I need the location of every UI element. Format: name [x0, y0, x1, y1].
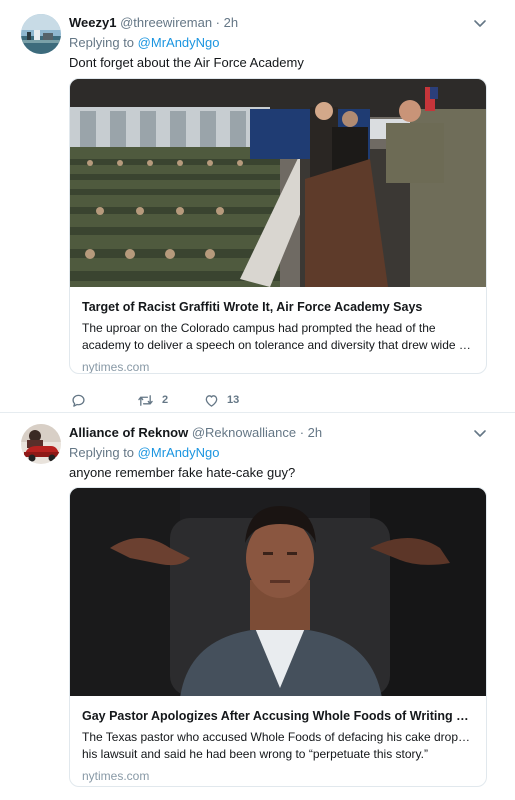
- link-card[interactable]: Target of Racist Graffiti Wrote It, Air …: [69, 78, 487, 374]
- retweet-icon: [138, 394, 153, 406]
- tweet-header: Weezy1 @threewireman · 2h: [69, 15, 238, 31]
- card-body: Gay Pastor Apologizes After Accusing Who…: [82, 708, 474, 783]
- tweet-header: Alliance of Reknow @Reknowalliance · 2h: [69, 425, 322, 441]
- separator: ·: [215, 15, 221, 30]
- replying-to: Replying to @MrAndyNgo: [69, 445, 220, 460]
- card-source: nytimes.com: [82, 769, 150, 783]
- tweet-actions: 2 13: [69, 390, 369, 410]
- tweet-text: anyone remember fake hate-cake guy?: [69, 465, 296, 480]
- handle[interactable]: @Reknowalliance: [192, 425, 296, 440]
- replying-to: Replying to @MrAndyNgo: [69, 35, 220, 50]
- handle[interactable]: @threewireman: [120, 15, 212, 30]
- avatar[interactable]: [21, 424, 61, 464]
- timestamp[interactable]: 2h: [224, 15, 238, 30]
- card-description-line: The Texas pastor who accused Whole Foods…: [82, 730, 474, 744]
- card-description-line: academy to deliver a speech on tolerance…: [82, 338, 474, 352]
- chevron-down-icon[interactable]: [472, 15, 488, 31]
- card-description-line: The uproar on the Colorado campus had pr…: [82, 321, 436, 335]
- tweet[interactable]: Weezy1 @threewireman · 2h Replying to @M…: [0, 0, 515, 412]
- retweet-count: 2: [162, 394, 169, 406]
- card-description: The Texas pastor who accused Whole Foods…: [82, 729, 474, 763]
- card-title: Gay Pastor Apologizes After Accusing Who…: [82, 709, 474, 723]
- replying-prefix: Replying to: [69, 35, 135, 50]
- chevron-down-icon[interactable]: [472, 425, 488, 441]
- card-source: nytimes.com: [82, 360, 150, 374]
- avatar[interactable]: [21, 14, 61, 54]
- tweet[interactable]: Alliance of Reknow @Reknowalliance · 2h …: [0, 413, 515, 800]
- mention-link[interactable]: @MrAndyNgo: [138, 35, 220, 50]
- timestamp[interactable]: 2h: [308, 425, 322, 440]
- card-body: Target of Racist Graffiti Wrote It, Air …: [82, 299, 474, 374]
- tweet-text: Dont forget about the Air Force Academy: [69, 55, 304, 70]
- card-description-line: his lawsuit and said he had been wrong t…: [82, 747, 428, 761]
- like-icon: [205, 394, 218, 407]
- like-count: 13: [227, 394, 240, 406]
- card-title: Target of Racist Graffiti Wrote It, Air …: [82, 300, 423, 314]
- like-button[interactable]: 13: [204, 390, 239, 410]
- card-image: [70, 79, 486, 287]
- display-name[interactable]: Weezy1: [69, 15, 116, 30]
- replying-prefix: Replying to: [69, 445, 135, 460]
- retweet-button[interactable]: 2: [137, 390, 168, 410]
- card-image: [70, 488, 486, 696]
- mention-link[interactable]: @MrAndyNgo: [138, 445, 220, 460]
- separator: ·: [299, 425, 305, 440]
- reply-icon: [72, 394, 85, 407]
- reply-button[interactable]: [71, 390, 94, 410]
- display-name[interactable]: Alliance of Reknow: [69, 425, 188, 440]
- card-description: The uproar on the Colorado campus had pr…: [82, 320, 474, 354]
- link-card[interactable]: Gay Pastor Apologizes After Accusing Who…: [69, 487, 487, 787]
